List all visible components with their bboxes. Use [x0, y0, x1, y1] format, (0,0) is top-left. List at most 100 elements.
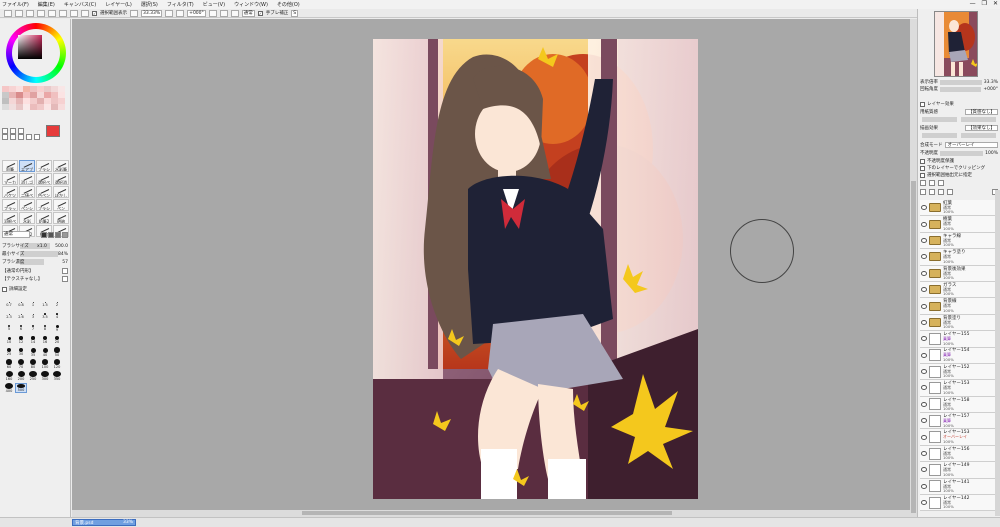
brush-tool[interactable]: 色ペン	[36, 186, 52, 198]
layer-row[interactable]: レイヤー153 通常 100%	[920, 380, 995, 397]
invert-selection-icon[interactable]	[37, 9, 45, 17]
merge-down-icon[interactable]	[929, 189, 935, 195]
layer-row[interactable]: レイヤー141 通常 100%	[920, 478, 995, 496]
color-swatch[interactable]	[51, 104, 58, 110]
rotate-view-icon[interactable]	[18, 134, 24, 140]
layer-row[interactable]: 背景塗り 通常 100%	[920, 314, 995, 332]
brush-size-preset[interactable]: 10	[3, 335, 15, 345]
clear-layer-icon[interactable]	[938, 189, 944, 195]
edge-soft-icon[interactable]	[55, 231, 61, 238]
layer-row[interactable]: レイヤー156 通常 100%	[920, 445, 995, 463]
texture2-field[interactable]: 【テクスチャなし】	[2, 276, 68, 282]
visibility-eye-icon[interactable]	[921, 237, 927, 243]
layer-opacity-row[interactable]: 不透明度 100%	[920, 150, 998, 156]
vertical-scrollbar[interactable]	[910, 19, 917, 513]
protect-opacity-checkbox[interactable]	[920, 158, 925, 164]
visibility-eye-icon[interactable]	[921, 401, 927, 407]
reset-rotation-icon[interactable]	[219, 9, 228, 17]
brush-size-preset[interactable]: 1.5	[39, 299, 51, 309]
brush-size-preset[interactable]: 50	[51, 347, 63, 357]
color-wheel[interactable]	[6, 23, 66, 83]
brush-size-preset[interactable]: 200	[15, 371, 27, 381]
brush-mode-select[interactable]: 通常	[2, 231, 30, 238]
brush-tool[interactable]: 羽根ペン	[2, 212, 18, 224]
layer-effect-header[interactable]: レイヤー効果	[920, 101, 998, 107]
layer-row[interactable]: 背景線 通常 100%	[920, 298, 995, 315]
menu-item[interactable]: 編集(E)	[38, 1, 55, 8]
brush-size-preset[interactable]: 2.3	[3, 311, 15, 321]
brush-tool[interactable]: 鉛筆	[2, 160, 18, 172]
vertical-scroll-thumb[interactable]	[911, 181, 916, 513]
brush-tool[interactable]: 二値ペン	[19, 186, 35, 198]
brush-size-preset[interactable]: 25	[3, 347, 15, 357]
layer-row[interactable]: レイヤー158 通常 100%	[920, 396, 995, 414]
visibility-eye-icon[interactable]	[921, 336, 927, 342]
detail-settings-row[interactable]: 詳細設定	[2, 286, 68, 292]
layer-row[interactable]: レイヤー154 乗算 100%	[920, 347, 995, 364]
brush-size-preset[interactable]: 70	[15, 359, 27, 369]
brush-tool[interactable]: フラット	[2, 199, 18, 211]
horizontal-scroll-thumb[interactable]	[302, 511, 672, 515]
brush-size-preset[interactable]: 160	[3, 371, 15, 381]
brush-tool[interactable]: ペンシル	[19, 199, 35, 211]
brush-size-preset[interactable]: 20	[51, 335, 63, 345]
undo-icon[interactable]	[4, 9, 12, 17]
brush-size-multiplier[interactable]: x1.0	[37, 244, 47, 249]
brush-size-preset[interactable]: 8	[39, 323, 51, 333]
zoom-in-icon[interactable]	[165, 9, 174, 17]
color-swatch[interactable]	[44, 104, 51, 110]
layer-row[interactable]: レイヤー149 通常 100%	[920, 462, 995, 479]
restore-button[interactable]: ❐	[982, 0, 987, 7]
brush-size-preset[interactable]: 80	[27, 359, 39, 369]
brush-size-preset[interactable]: 4	[51, 311, 63, 321]
brush-size-preset[interactable]: 100	[39, 359, 51, 369]
brush-tool[interactable]: ペン	[53, 199, 69, 211]
brush-tool[interactable]: 消しゴム	[19, 173, 35, 185]
brush-size-preset[interactable]: 500	[15, 383, 27, 393]
min-size-field[interactable]: 最小サイズ 84%	[2, 251, 68, 257]
color-swatch[interactable]	[2, 104, 9, 110]
brush-size-preset[interactable]: 400	[3, 383, 15, 393]
hand-icon[interactable]	[26, 134, 32, 140]
scale-icon[interactable]	[59, 9, 67, 17]
brush-tool[interactable]: 水彩	[19, 212, 35, 224]
rotation-field[interactable]: +000°	[187, 9, 206, 17]
menu-item[interactable]: ウィンドウ(W)	[234, 1, 268, 8]
layer-effect-collapse-icon[interactable]	[920, 101, 925, 107]
brush-size-preset[interactable]: 350	[51, 371, 63, 381]
visibility-eye-icon[interactable]	[921, 254, 927, 260]
brush-tool[interactable]: ブラシ	[36, 160, 52, 172]
horizontal-scrollbar[interactable]	[72, 510, 917, 517]
transfer-down-icon[interactable]	[920, 189, 926, 195]
transform-icon[interactable]	[48, 9, 56, 17]
paper-texture-row[interactable]: 用紙質感 【質感なし】	[920, 109, 998, 115]
layer-row[interactable]: ガラス 通常 100%	[920, 281, 995, 299]
redo-icon[interactable]	[15, 9, 23, 17]
layer-row[interactable]: キャラ塗り 通常 100%	[920, 249, 995, 266]
brush-size-field[interactable]: ブラシサイズ x1.0 500.0	[2, 243, 68, 249]
menu-item[interactable]: 選択(S)	[141, 1, 158, 8]
brush-tool[interactable]: バケツ	[2, 186, 18, 198]
layer-row[interactable]: 紅葉 通常 100%	[920, 200, 995, 217]
color-swatch[interactable]	[37, 104, 44, 110]
brush-size-preset[interactable]: 120	[51, 359, 63, 369]
brush-size-preset[interactable]: 16	[39, 335, 51, 345]
flip-icon[interactable]	[81, 9, 89, 17]
draw-effect-strength-slider[interactable]	[961, 133, 996, 138]
blend-mode-select[interactable]: 通常	[241, 9, 255, 17]
deselect-icon[interactable]	[26, 9, 34, 17]
nav-zoom-slider[interactable]	[940, 79, 982, 85]
rotate-left-icon[interactable]	[176, 9, 185, 17]
minimize-button[interactable]: —	[970, 0, 976, 7]
delete-layer-icon[interactable]	[947, 189, 953, 195]
visibility-eye-icon[interactable]	[921, 369, 927, 375]
composite-mode-select[interactable]: オーバーレイ	[944, 142, 998, 148]
color-swatch[interactable]	[30, 104, 37, 110]
layer-opacity-slider[interactable]	[940, 150, 984, 156]
paper-texture-scale-slider[interactable]	[922, 117, 957, 122]
rotate-right-icon[interactable]	[208, 9, 217, 17]
navigator-thumbnail[interactable]	[934, 11, 978, 77]
stabilizer-checkbox[interactable]: ✓	[257, 10, 263, 16]
brush-size-preset[interactable]: 60	[3, 359, 15, 369]
texture2-options-icon[interactable]	[62, 276, 68, 282]
